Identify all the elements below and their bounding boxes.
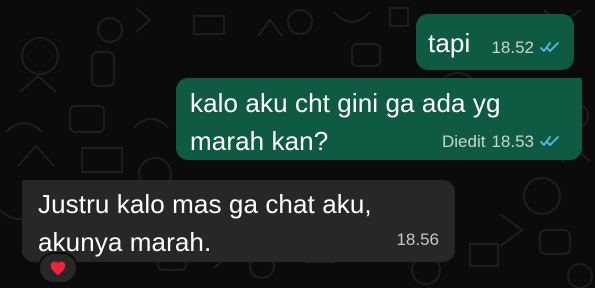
message-reaction[interactable]: ❤️: [38, 252, 78, 284]
message-bubble-outgoing[interactable]: tapi 18.52: [416, 14, 574, 70]
message-time: 18.56: [396, 230, 439, 249]
message-text: Justru kalo mas ga chat aku, akunya mara…: [38, 189, 372, 257]
double-check-icon: [540, 42, 560, 54]
heart-icon: [50, 261, 66, 276]
message-meta: Diedit 18.53: [442, 132, 560, 152]
message-bubble-incoming[interactable]: Justru kalo mas ga chat aku, akunya mara…: [22, 180, 455, 262]
double-check-icon: [540, 136, 560, 148]
message-meta: 18.52: [491, 38, 560, 58]
message-time: 18.52: [491, 38, 534, 57]
message-time: 18.53: [491, 132, 534, 151]
message-text: tapi: [428, 28, 471, 58]
message-meta: 18.56: [396, 230, 439, 250]
edited-label: Diedit: [441, 132, 486, 151]
message-bubble-outgoing[interactable]: kalo aku cht gini ga ada yg marah kan? D…: [176, 78, 582, 160]
